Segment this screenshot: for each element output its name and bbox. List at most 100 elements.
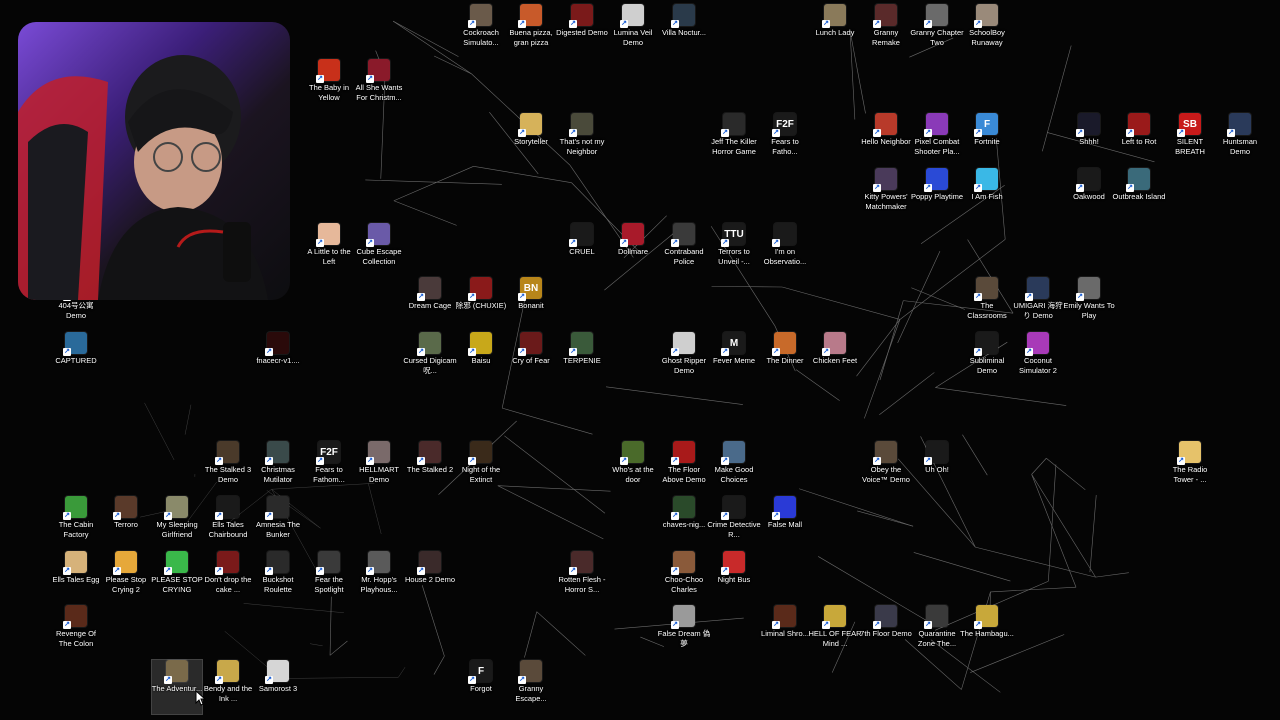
desktop-shortcut[interactable]: ↗ Villa Noctur...: [659, 4, 709, 58]
desktop-shortcut[interactable]: ↗ Buckshot Roulette: [253, 551, 303, 605]
desktop-shortcut[interactable]: ↗ My Sleeping Girlfriend: [152, 496, 202, 550]
desktop-shortcut[interactable]: ↗ Who's at the door: [608, 441, 658, 495]
desktop-shortcut[interactable]: ↗ Cursed Digicam 呪...: [403, 332, 457, 386]
desktop-shortcut[interactable]: ↗ House 2 Demo: [405, 551, 455, 605]
desktop-shortcut[interactable]: ↗ Mr. Hopp's Playhous...: [354, 551, 404, 605]
desktop-shortcut[interactable]: ↗ Dollmare: [608, 223, 658, 277]
desktop-shortcut[interactable]: ↗ Dream Cage: [405, 277, 455, 331]
desktop-shortcut[interactable]: ↗ Night of the Extinct: [456, 441, 506, 495]
desktop-shortcut[interactable]: ↗ Coconut Simulator 2: [1013, 332, 1063, 386]
desktop-shortcut[interactable]: ↗ Left to Rot: [1114, 113, 1164, 167]
desktop-shortcut[interactable]: ↗ Granny Escape...: [506, 660, 556, 714]
desktop-shortcut[interactable]: ↗ chaves-nig...: [659, 496, 709, 550]
desktop-shortcut[interactable]: F ↗ Fortnite: [962, 113, 1012, 167]
desktop-shortcut[interactable]: ↗ The Floor Above Demo: [659, 441, 709, 495]
desktop-shortcut[interactable]: ↗ I Am Fish: [962, 168, 1012, 222]
desktop-shortcut[interactable]: ↗ The Stalked 3 Demo: [203, 441, 253, 495]
desktop-shortcut[interactable]: F2F ↗ Fears to Fatho...: [760, 113, 810, 167]
desktop-shortcut[interactable]: ↗ Contraband Police: [659, 223, 709, 277]
desktop-shortcut[interactable]: ↗ Ghost Ripper Demo: [659, 332, 709, 386]
shortcut-arrow-icon: ↗: [468, 293, 476, 301]
desktop-shortcut[interactable]: ↗ Cube Escape Collection: [354, 223, 404, 277]
desktop-shortcut[interactable]: ↗ I'm on Observatio...: [760, 223, 810, 277]
desktop-shortcut[interactable]: ↗ Make Good Choices: [709, 441, 759, 495]
desktop-shortcut[interactable]: ↗ SchoolBoy Runaway: [962, 4, 1012, 58]
desktop-shortcut[interactable]: ↗ Cockroach Simulato...: [456, 4, 506, 58]
desktop-shortcut[interactable]: ↗ The Radio Tower - ...: [1165, 441, 1215, 495]
desktop-shortcut[interactable]: ↗ The Dinner: [760, 332, 810, 386]
desktop-shortcut[interactable]: ↗ A Little to the Left: [304, 223, 354, 277]
desktop-shortcut[interactable]: ↗ False Dream 偽夢: [658, 605, 710, 659]
desktop-shortcut[interactable]: ↗ Ells Tales Egg: [51, 551, 101, 605]
app-icon: ↗: [974, 332, 998, 356]
desktop-shortcut[interactable]: ↗ Buena pizza, gran pizza: [506, 4, 556, 58]
desktop-shortcut[interactable]: ↗ CAPTURED: [51, 332, 101, 386]
desktop-shortcut[interactable]: BN ↗ Bonanit: [506, 277, 556, 331]
desktop-shortcut[interactable]: ↗ The Hambagu...: [960, 605, 1014, 659]
desktop-shortcut[interactable]: F ↗ Forgot: [456, 660, 506, 714]
desktop-shortcut[interactable]: ↗ Bendy and the Ink ...: [203, 660, 253, 714]
desktop-shortcut[interactable]: ↗ Christmas Mutilator: [253, 441, 303, 495]
desktop-shortcut[interactable]: M ↗ Fever Meme: [709, 332, 759, 386]
shortcut-label: Terroro: [114, 520, 138, 529]
desktop-shortcut[interactable]: ↗ Don't drop the cake ...: [203, 551, 253, 605]
desktop-shortcut[interactable]: ↗ Outbreak Island: [1112, 168, 1166, 222]
desktop-shortcut[interactable]: ↗ The Cabin Factory: [51, 496, 101, 550]
desktop-shortcut[interactable]: ↗ Lumina Veil Demo: [608, 4, 658, 58]
desktop-shortcut[interactable]: ↗ Baisu: [456, 332, 506, 386]
shortcut-label: Outbreak Island: [1112, 192, 1166, 201]
desktop-shortcut[interactable]: ↗ Fear the Spotlight: [304, 551, 354, 605]
desktop-shortcut[interactable]: ↗ CRUEL: [557, 223, 607, 277]
desktop-shortcut[interactable]: ↗ All She Wants For Christm...: [354, 59, 404, 113]
desktop-shortcut[interactable]: SB ↗ SILENT BREATH: [1165, 113, 1215, 167]
desktop-shortcut[interactable]: ↗ Revenge Of The Colon: [51, 605, 101, 659]
desktop-shortcut[interactable]: ↗ Uh Oh!: [912, 441, 962, 495]
shortcut-arrow-icon: ↗: [772, 621, 780, 629]
desktop-shortcut[interactable]: ↗ Subliminal Demo: [962, 332, 1012, 386]
desktop-shortcut[interactable]: ↗ fnacecr-v1....: [253, 332, 303, 386]
desktop-shortcut[interactable]: ↗ PLEASE STOP CRYING: [151, 551, 203, 605]
desktop-shortcut[interactable]: ↗ Kitty Powers' Matchmaker: [861, 168, 911, 222]
desktop-shortcut[interactable]: ↗ Oakwood: [1064, 168, 1114, 222]
desktop-shortcut[interactable]: ↗ Lunch Lady: [810, 4, 860, 58]
desktop-shortcut[interactable]: ↗ TERPENIE: [557, 332, 607, 386]
desktop-shortcut[interactable]: ↗ Shhh!: [1064, 113, 1114, 167]
shortcut-arrow-icon: ↗: [1076, 184, 1084, 192]
desktop-shortcut[interactable]: ↗ 7th Floor Demo: [860, 605, 912, 659]
desktop-shortcut[interactable]: ↗ The Baby in Yellow: [304, 59, 354, 113]
desktop-shortcut[interactable]: ↗ Granny Remake: [861, 4, 911, 58]
desktop-shortcut[interactable]: ↗ Huntsman Demo: [1215, 113, 1265, 167]
desktop-shortcut[interactable]: TTU ↗ Terrors to Unveil -...: [709, 223, 759, 277]
desktop-shortcut[interactable]: ↗ Terroro: [101, 496, 151, 550]
desktop-shortcut[interactable]: ↗ Digested Demo: [556, 4, 608, 58]
desktop-shortcut[interactable]: ↗ Samorost 3: [253, 660, 303, 714]
desktop-shortcut[interactable]: ↗ Crime Detective R...: [707, 496, 761, 550]
desktop-shortcut[interactable]: ↗ Rotten Flesh - Horror S...: [557, 551, 607, 605]
desktop-shortcut[interactable]: ↗ Choo-Choo Charles: [659, 551, 709, 605]
desktop-shortcut[interactable]: ↗ Ells Tales Chairbound: [203, 496, 253, 550]
desktop-shortcut[interactable]: ↗ UMIGARI 海狩り Demo: [1013, 277, 1063, 331]
desktop-shortcut[interactable]: ↗ HELLMART Demo: [354, 441, 404, 495]
desktop-shortcut[interactable]: ↗ The Stalked 2: [405, 441, 455, 495]
desktop-shortcut[interactable]: ↗ HELL OF FEAR Mind ...: [808, 605, 862, 659]
desktop-shortcut[interactable]: ↗ Poppy Playtime: [911, 168, 963, 222]
desktop-shortcut[interactable]: ↗ Liminal Shro...: [760, 605, 810, 659]
desktop-shortcut[interactable]: ↗ Storyteller: [506, 113, 556, 167]
desktop-shortcut[interactable]: ↗ Please Stop Crying 2: [101, 551, 151, 605]
desktop-shortcut[interactable]: F2F ↗ Fears to Fathom...: [304, 441, 354, 495]
desktop-shortcut[interactable]: ↗ That's not my Neighbor: [557, 113, 607, 167]
desktop-shortcut[interactable]: ↗ 除邪 (CHUXIE): [456, 277, 506, 331]
desktop-shortcut[interactable]: ↗ Quarantine Zone The...: [912, 605, 962, 659]
desktop-shortcut[interactable]: ↗ Cry of Fear: [506, 332, 556, 386]
desktop-shortcut[interactable]: ↗ Chicken Feet: [810, 332, 860, 386]
desktop-shortcut[interactable]: ↗ Pixel Combat Shooter Pla...: [912, 113, 962, 167]
desktop-shortcut[interactable]: ↗ Granny Chapter Two: [910, 4, 964, 58]
desktop-shortcut[interactable]: ↗ Jeff The Killer Horror Game: [709, 113, 759, 167]
desktop-shortcut[interactable]: ↗ Night Bus: [709, 551, 759, 605]
desktop-shortcut[interactable]: ↗ Emily Wants To Play: [1063, 277, 1115, 331]
desktop-shortcut[interactable]: ↗ False Mall: [760, 496, 810, 550]
desktop-shortcut[interactable]: ↗ Hello Neighbor: [861, 113, 911, 167]
desktop-shortcut[interactable]: ↗ The Classrooms: [962, 277, 1012, 331]
desktop-shortcut[interactable]: ↗ Amnesia The Bunker: [253, 496, 303, 550]
desktop-shortcut[interactable]: ↗ Obey the Voice™ Demo: [861, 441, 911, 495]
